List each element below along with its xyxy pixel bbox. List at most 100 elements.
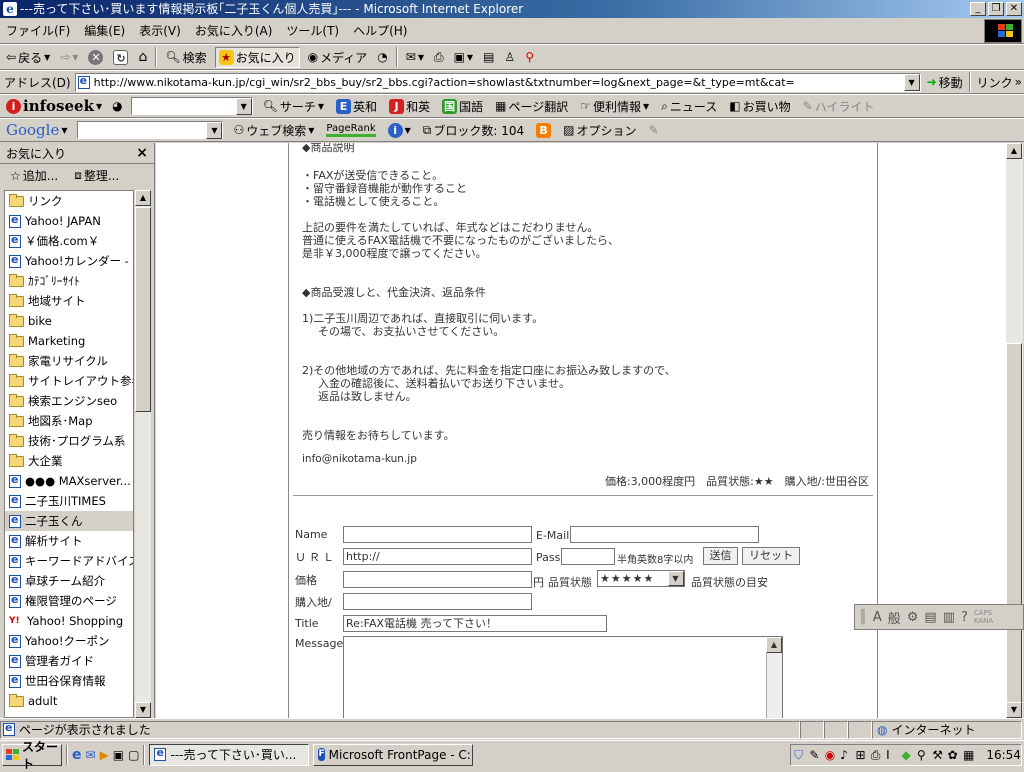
ime-dictionary-icon[interactable]: ▥ [943,610,955,625]
favorite-item[interactable]: 世田谷保育情報 [5,671,133,691]
quicklaunch-ie-icon[interactable]: e [72,747,82,763]
shield-icon[interactable]: ⛉ [794,748,807,762]
go-button[interactable]: ➜ 移動 [925,74,965,91]
taskbar-ie-window[interactable]: ---売って下さい･買い... [149,743,310,766]
message-scroll-up[interactable]: ▲ [766,637,782,653]
scroll-up-arrow[interactable]: ▲ [135,190,151,206]
refresh-button[interactable]: ↻ [111,49,130,65]
edit-button[interactable]: ▣ ▼ [452,50,476,64]
stop-button[interactable]: ✕ [86,49,105,65]
favorite-item[interactable]: 地図系･Map [5,411,133,431]
print-button[interactable]: ⎙ [432,50,446,65]
ime-mode-han[interactable]: 般 [888,608,901,627]
name-input[interactable] [343,526,532,543]
infoseek-logo[interactable]: i infoseek ▼ [4,97,104,115]
favorite-item[interactable]: 二子玉川TIMES [5,491,133,511]
google-search-input[interactable]: ▼ [77,121,224,139]
pass-input[interactable] [561,548,615,565]
home-button[interactable]: ⌂ [136,49,149,65]
price-input[interactable] [343,571,532,588]
organize-favorites-button[interactable]: ⧈ 整理... [72,167,121,184]
message-scrollbar[interactable]: ▲ [766,637,782,718]
reset-button[interactable]: リセット [742,547,800,565]
favorite-item[interactable]: ●●● MAXserver... [5,471,133,491]
media-button[interactable]: ◉ メディア [306,49,370,66]
popup-blocker[interactable]: ⧉ ブロック数: 104 [421,122,526,139]
history-button[interactable]: ◔ [375,50,389,64]
quicklaunch-desktop-icon[interactable]: ▣ [113,748,124,762]
back-button[interactable]: ⇦ 戻る ▼ [4,49,52,66]
email-input[interactable] [570,526,759,543]
blogger-button[interactable]: B [534,122,553,138]
favorite-item[interactable]: 権限管理のページ [5,591,133,611]
favorite-item[interactable]: 検索エンジンseo [5,391,133,411]
eiwa-button[interactable]: E 英和 [334,98,379,115]
sound-icon[interactable]: ♪ [840,748,853,762]
tray-misc-icon[interactable]: ✿ [948,748,961,762]
favorite-item[interactable]: adult [5,691,133,711]
favorite-item[interactable]: サイトレイアウト参考 [5,371,133,391]
favorite-item[interactable]: Y! Yahoo! Shopping [5,611,133,631]
ime-mode-a[interactable]: A [873,610,882,625]
address-input[interactable]: http://www.nikotama-kun.jp/cgi_win/sr2_b… [74,72,921,92]
favorite-item[interactable]: 家電リサイクル [5,351,133,371]
ime-tray-icon[interactable]: Ⅰ [886,748,899,762]
favorite-item[interactable]: 技術･プログラム系 [5,431,133,451]
quality-dropdown-button[interactable]: ▼ [668,571,684,586]
quality-select[interactable]: ★★★★★ ▼ [597,570,685,587]
favorite-item[interactable]: Yahoo!カレンダー - ... [5,251,133,271]
printer-tray-icon[interactable]: ⎙ [871,748,884,762]
mail-button[interactable]: ✉ ▼ [404,50,426,64]
title-input[interactable]: Re:FAX電話機 売って下さい！ [343,615,607,632]
virus-scan-icon[interactable]: ◉ [825,748,838,762]
place-input[interactable] [343,593,532,610]
close-button[interactable]: ✕ [1006,2,1022,16]
favorite-item[interactable]: キーワードアドバイス [5,551,133,571]
links-button[interactable]: リンク» [975,74,1024,91]
web-search-button[interactable]: ⚇ ウェブ検索 ▼ [231,122,316,139]
favorite-item[interactable]: Yahoo!クーポン [5,631,133,651]
tray-tool-icon[interactable]: ⚒ [932,748,945,762]
address-dropdown-button[interactable]: ▼ [903,73,920,91]
benri-button[interactable]: ☞ 便利情報 ▼ [578,98,651,115]
highlight-button[interactable]: ✎ ハイライト [801,98,877,115]
menu-file[interactable]: ファイル(F) [6,22,70,39]
waei-button[interactable]: J 和英 [387,98,432,115]
favorite-item[interactable]: 管理者ガイド [5,651,133,671]
start-button[interactable]: スタート [2,740,62,771]
add-favorite-button[interactable]: ☆ 追加... [8,167,60,184]
discuss-button[interactable]: ▤ [481,50,496,64]
favorite-item[interactable]: Marketing [5,331,133,351]
shopping-button[interactable]: ◧ お買い物 [727,98,792,115]
kokugo-button[interactable]: 国国語 [440,98,485,115]
quality-guide-link[interactable]: 品質状態の目安 [691,574,768,590]
scroll-thumb[interactable] [135,207,151,412]
search-tray-icon[interactable]: ⚲ [917,748,930,762]
quicklaunch-media-icon[interactable]: ▶ [100,748,109,762]
quicklaunch-outlook-icon[interactable]: ✉ [86,748,96,762]
google-search-dropdown[interactable]: ▼ [206,122,223,139]
favorite-item[interactable]: リンク [5,191,133,211]
menu-view[interactable]: 表示(V) [139,22,181,39]
favorite-item[interactable]: 地域サイト [5,291,133,311]
infoseek-search-input[interactable]: ▼ [130,97,253,115]
favorite-item[interactable]: Yahoo! JAPAN [5,211,133,231]
message-textarea[interactable]: ▲ [343,636,783,718]
tray-app-icon[interactable]: ◆ [902,748,915,762]
favorite-item[interactable]: bike [5,311,133,331]
news-button[interactable]: ⌕ ニュース [659,98,719,115]
page-scroll-down[interactable]: ▼ [1006,702,1022,718]
ime-tool-icon[interactable]: ⚙ [907,610,919,625]
url-input[interactable]: http:// [343,548,532,565]
options-button[interactable]: ▨ オプション [561,122,638,139]
pagerank-indicator[interactable]: PageRank [324,123,377,137]
menu-help[interactable]: ヘルプ(H) [353,22,407,39]
minimize-button[interactable]: _ [970,2,986,16]
send-button[interactable]: 送信 [703,547,738,565]
ime-pad-icon[interactable]: ▤ [924,610,936,625]
info-button[interactable]: i ▼ [386,122,413,138]
quicklaunch-app-icon[interactable]: ▢ [128,748,139,762]
menu-tools[interactable]: ツール(T) [286,22,339,39]
page-scrollbar[interactable]: ▲ ▼ [1006,143,1023,718]
favorite-item[interactable]: 大企業 [5,451,133,471]
